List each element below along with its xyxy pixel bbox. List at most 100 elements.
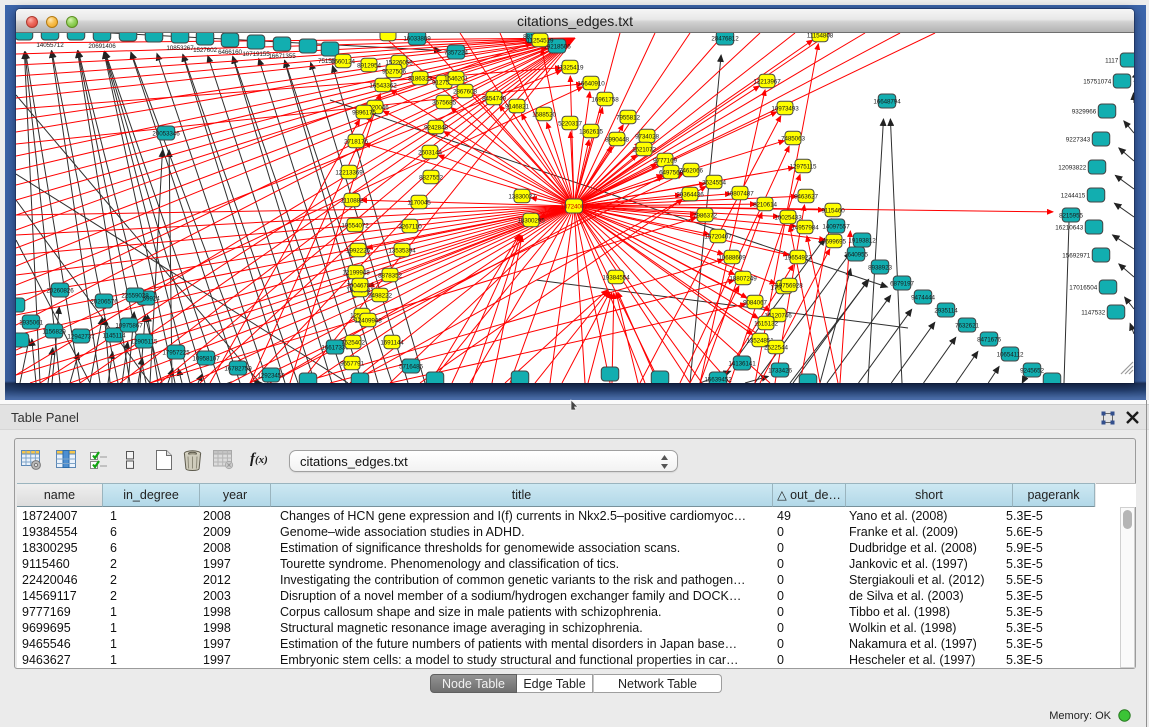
svg-text:17016504: 17016504 — [1069, 285, 1098, 292]
svg-text:8660124: 8660124 — [331, 59, 355, 66]
svg-text:7462066: 7462066 — [679, 168, 703, 175]
svg-text:13830027: 13830027 — [508, 194, 536, 201]
svg-text:14055712: 14055712 — [36, 42, 64, 49]
svg-text:2867608: 2867608 — [453, 89, 477, 96]
svg-text:15720407: 15720407 — [704, 234, 732, 241]
svg-text:12199948: 12199948 — [342, 270, 370, 277]
svg-text:2718176: 2718176 — [344, 139, 368, 146]
svg-text:16671355: 16671355 — [268, 53, 296, 60]
svg-text:11325419: 11325419 — [557, 65, 584, 72]
svg-text:10688609: 10688609 — [718, 255, 746, 262]
svg-text:7485063: 7485063 — [781, 136, 805, 143]
svg-text:19756928: 19756928 — [775, 283, 803, 290]
svg-text:12213369: 12213369 — [335, 170, 363, 177]
svg-text:20206576: 20206576 — [90, 299, 118, 306]
svg-text:9896175: 9896175 — [352, 110, 376, 117]
svg-text:8215955: 8215955 — [1059, 213, 1083, 220]
svg-text:1733426: 1733426 — [768, 368, 792, 375]
svg-text:1117: 1117 — [1105, 58, 1119, 65]
svg-text:19384554: 19384554 — [602, 275, 630, 282]
svg-text:12093822: 12093822 — [1058, 165, 1087, 172]
svg-text:12409948: 12409948 — [354, 318, 382, 325]
svg-text:18300295: 18300295 — [517, 218, 545, 225]
svg-text:6466160: 6466160 — [218, 49, 242, 56]
svg-text:7357224: 7357224 — [444, 50, 468, 57]
svg-text:1691144: 1691144 — [380, 340, 404, 347]
svg-text:2935114: 2935114 — [934, 308, 958, 315]
svg-text:9699695: 9699695 — [822, 239, 846, 246]
svg-text:14136141: 14136141 — [728, 361, 756, 368]
svg-text:14097557: 14097557 — [822, 224, 850, 231]
svg-text:16648794: 16648794 — [873, 99, 901, 106]
svg-text:1145114: 1145114 — [103, 333, 126, 340]
svg-text:9777169: 9777169 — [653, 158, 677, 165]
svg-text:14957984: 14957984 — [791, 225, 819, 232]
svg-text:17957225: 17957225 — [162, 350, 190, 357]
svg-text:28476812: 28476812 — [711, 36, 739, 43]
svg-text:11254519: 11254519 — [527, 38, 554, 45]
svg-text:19554072: 19554072 — [341, 223, 369, 230]
svg-text:19654923: 19654923 — [784, 255, 812, 262]
svg-text:8210614: 8210614 — [753, 202, 777, 209]
svg-text:16640910: 16640910 — [577, 81, 605, 88]
svg-text:10853267: 10853267 — [166, 45, 194, 52]
svg-text:1147532: 1147532 — [1081, 310, 1106, 317]
svg-text:19193812: 19193812 — [848, 238, 876, 245]
svg-text:10975867: 10975867 — [115, 323, 143, 330]
svg-text:12905115: 12905115 — [131, 339, 158, 346]
svg-text:1621072: 1621072 — [632, 147, 656, 154]
svg-text:8878352: 8878352 — [378, 273, 402, 280]
svg-text:7986372: 7986372 — [693, 213, 717, 220]
svg-text:9084067: 9084067 — [743, 300, 767, 307]
svg-text:8990448: 8990448 — [605, 137, 629, 144]
svg-text:12975115: 12975115 — [790, 164, 817, 171]
svg-text:7632621: 7632621 — [955, 323, 979, 330]
svg-text:1935061: 1935061 — [19, 320, 43, 327]
svg-text:10654112: 10654112 — [997, 352, 1024, 359]
svg-text:11154808: 11154808 — [807, 33, 834, 40]
svg-text:20364436: 20364436 — [676, 192, 704, 199]
svg-text:9329966: 9329966 — [1072, 109, 1097, 116]
svg-text:22559028: 22559028 — [121, 293, 149, 300]
svg-text:20691406: 20691406 — [88, 43, 116, 50]
svg-text:5716485: 5716485 — [399, 364, 423, 371]
svg-text:12923456: 12923456 — [257, 373, 285, 380]
svg-text:2603144: 2603144 — [418, 150, 442, 157]
svg-text:8454749: 8454749 — [482, 96, 506, 103]
svg-text:9474444: 9474444 — [911, 295, 935, 302]
svg-text:7625402: 7625402 — [341, 340, 365, 347]
svg-text:18807249: 18807249 — [729, 276, 757, 283]
svg-text:16782759: 16782759 — [224, 366, 252, 373]
svg-text:15639452: 15639452 — [704, 377, 732, 384]
svg-text:15751074: 15751074 — [1083, 79, 1112, 86]
svg-text:1110882: 1110882 — [341, 198, 364, 205]
svg-text:1992225: 1992225 — [346, 248, 370, 255]
svg-text:12213967: 12213967 — [753, 79, 781, 86]
svg-text:9245652: 9245652 — [1020, 368, 1044, 375]
svg-text:3267110: 3267110 — [398, 224, 422, 231]
svg-text:1527602: 1527602 — [193, 47, 217, 54]
svg-text:10046788: 10046788 — [346, 283, 374, 290]
svg-text:16210643: 16210643 — [1055, 225, 1084, 232]
svg-text:8827552: 8827552 — [419, 175, 443, 182]
svg-text:10958107: 10958107 — [192, 356, 220, 363]
svg-text:8938923: 8938923 — [868, 265, 892, 272]
svg-text:5220317: 5220317 — [558, 121, 582, 128]
svg-text:1546201: 1546201 — [444, 76, 468, 83]
svg-text:1640955: 1640955 — [844, 252, 868, 259]
svg-text:1170045: 1170045 — [407, 200, 431, 207]
svg-text:15692971: 15692971 — [1062, 253, 1091, 260]
svg-text:5498222: 5498222 — [368, 293, 392, 300]
svg-text:10973493: 10973493 — [771, 106, 799, 113]
svg-text:1362615: 1362615 — [579, 129, 603, 136]
svg-text:1615132: 1615132 — [754, 321, 778, 328]
svg-text:9657791: 9657791 — [340, 361, 364, 368]
svg-text:8186323: 8186323 — [408, 76, 432, 83]
svg-text:3675685: 3675685 — [432, 100, 456, 107]
svg-text:12942737: 12942737 — [67, 334, 95, 341]
svg-text:3624554: 3624554 — [702, 180, 726, 187]
svg-text:9734028: 9734028 — [635, 134, 659, 141]
svg-text:1588520: 1588520 — [532, 112, 556, 119]
svg-text:8471676: 8471676 — [977, 337, 1001, 344]
svg-text:6879197: 6879197 — [890, 281, 914, 288]
